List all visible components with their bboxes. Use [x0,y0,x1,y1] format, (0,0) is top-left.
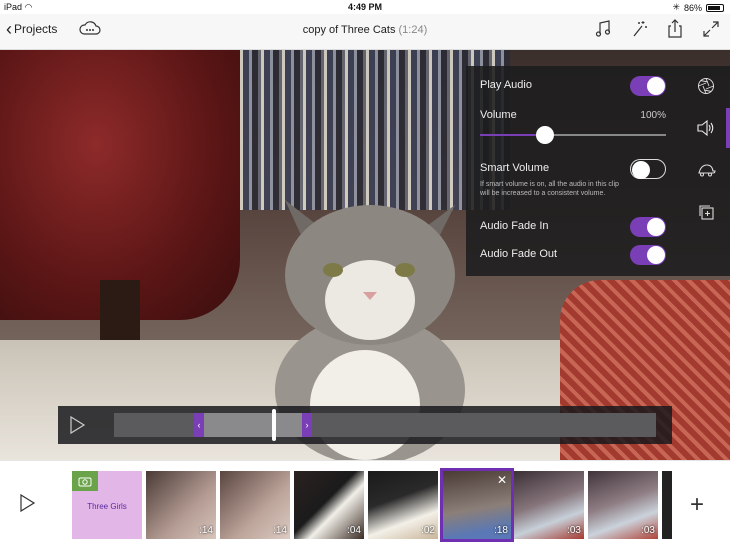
clip-timeline: Three Girls :14 :14 :04 :02 ✕ :18 :03 :0… [0,460,730,547]
clip-settings-rail [682,66,730,276]
video-clip[interactable]: :03 [588,471,658,539]
audio-settings-panel: Play Audio Volume 100% Smart Volume If s… [466,66,682,276]
timeline-play-button[interactable] [18,493,36,518]
battery-percent: 86% [683,2,702,13]
clip-trim-scrubber: ‹ › [58,406,672,444]
fade-in-row: Audio Fade In [480,217,666,239]
trim-end-handle[interactable]: › [302,413,312,437]
volume-slider[interactable] [480,122,666,148]
status-bar: iPad ◠ 4:49 PM ✳ 86% [0,0,730,14]
clip-duration: :02 [421,525,435,536]
title-card-clip[interactable]: Three Girls [72,471,142,539]
smart-volume-note: If smart volume is on, all the audio in … [480,181,619,197]
fade-out-toggle[interactable] [630,245,666,265]
bluetooth-icon: ✳ [672,2,680,12]
fade-out-row: Audio Fade Out [480,245,666,267]
clip-duration: :14 [199,525,213,536]
selected-video-clip[interactable]: ✕ :18 [440,468,514,542]
active-tab-indicator [726,108,730,148]
aperture-icon[interactable] [696,76,716,96]
close-icon[interactable]: ✕ [497,473,507,487]
battery-icon [706,3,724,12]
duplicate-icon[interactable] [696,202,716,222]
video-clip[interactable]: :03 [514,471,584,539]
nav-tools [592,18,722,40]
trim-start-handle[interactable]: ‹ [194,413,204,437]
smart-volume-label: Smart Volume [480,162,550,174]
project-duration: (1:24) [398,24,428,36]
camera-icon [72,471,98,491]
video-clip[interactable]: :14 [220,471,290,539]
fade-out-label: Audio Fade Out [480,248,558,260]
playhead[interactable] [272,409,276,441]
video-clip[interactable]: :02 [368,471,438,539]
speaker-icon[interactable] [696,118,716,138]
smart-volume-toggle[interactable] [630,159,666,179]
play-audio-row: Play Audio [480,76,666,98]
clip-duration: :03 [567,525,581,536]
nav-bar: ‹ Projects copy of Three Cats (1:24) [0,14,730,50]
trim-selection [196,413,312,437]
share-icon[interactable] [664,18,686,40]
clip-duration: :14 [273,525,287,536]
clip-duration: :18 [494,525,508,536]
music-note-icon[interactable] [592,18,614,40]
volume-slider-knob[interactable] [536,126,555,144]
partial-clip[interactable] [662,471,672,539]
project-name: copy of Three Cats [302,24,396,36]
volume-label: Volume [480,109,517,121]
volume-value: 100% [640,110,666,121]
clip-duration: :03 [641,525,655,536]
smart-volume-row: Smart Volume [480,159,666,181]
video-preview[interactable]: Play Audio Volume 100% Smart Volume If s… [0,50,730,460]
video-clip[interactable]: :04 [294,471,364,539]
preview-play-button[interactable] [68,415,86,440]
title-card-label: Three Girls [87,502,127,511]
magic-wand-icon[interactable] [628,18,650,40]
fade-in-label: Audio Fade In [480,220,549,232]
status-time: 4:49 PM [347,2,382,12]
play-audio-label: Play Audio [480,79,532,91]
clip-duration: :04 [347,525,361,536]
play-audio-toggle[interactable] [630,76,666,96]
video-clip[interactable]: :14 [146,471,216,539]
add-clip-button[interactable]: + [690,491,704,519]
turtle-icon[interactable] [696,160,716,180]
fade-in-toggle[interactable] [630,217,666,237]
status-right: ✳ 86% [672,2,724,13]
fullscreen-icon[interactable] [700,18,722,40]
